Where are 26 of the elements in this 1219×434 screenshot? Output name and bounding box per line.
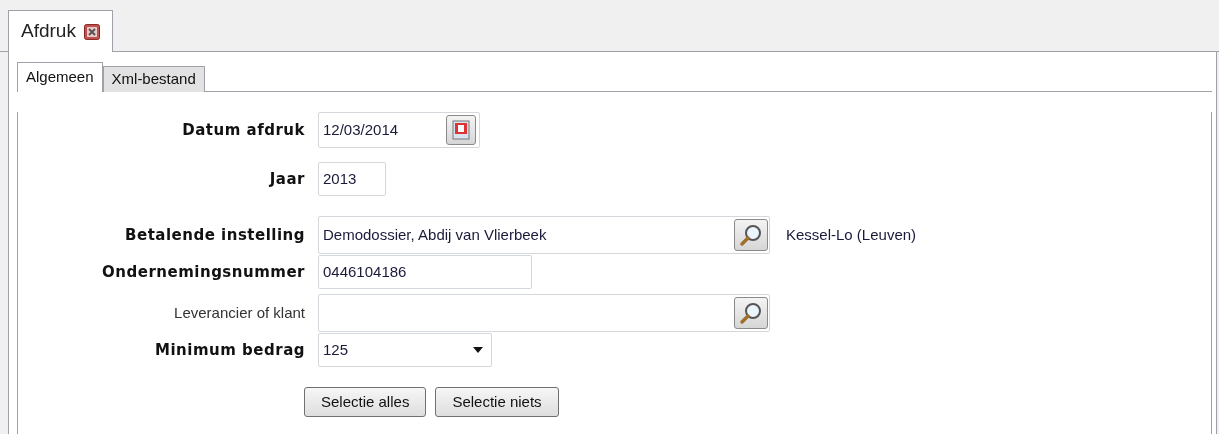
year-field[interactable]: 2013 [318,162,386,196]
dropdown[interactable]: 125 [318,333,492,367]
dropdown-arrow-icon [473,347,483,353]
search-icon [739,301,763,325]
document-tab[interactable]: Afdruk [8,10,113,52]
field-label: Leverancier of klant [174,302,305,323]
text-field[interactable]: 0446104186 [318,255,532,289]
close-icon[interactable] [83,23,100,40]
location-text: Kessel-Lo (Leuven) [786,224,917,245]
field-label: Minimum bedrag [155,339,305,361]
lookup-field[interactable] [318,294,770,332]
tab[interactable]: Algemeen [17,62,103,92]
date-field[interactable]: 12/03/2014 [318,112,480,148]
field-label: Datum afdruk [182,119,305,141]
tab[interactable]: Xml-bestand [102,66,205,92]
selection-button[interactable]: Selectie alles [304,387,427,417]
field-label: Jaar [269,168,305,190]
calendar-button[interactable] [446,115,476,145]
field-label: Ondernemingsnummer [102,261,305,283]
calendar-icon [452,120,470,140]
lookup-field[interactable]: Demodossier, Abdij van Vlierbeek [318,216,770,254]
selection-button[interactable]: Selectie niets [435,387,559,417]
field-label: Betalende instelling [125,224,305,246]
search-button[interactable] [734,297,768,329]
search-icon [739,223,763,247]
search-button[interactable] [734,219,768,251]
